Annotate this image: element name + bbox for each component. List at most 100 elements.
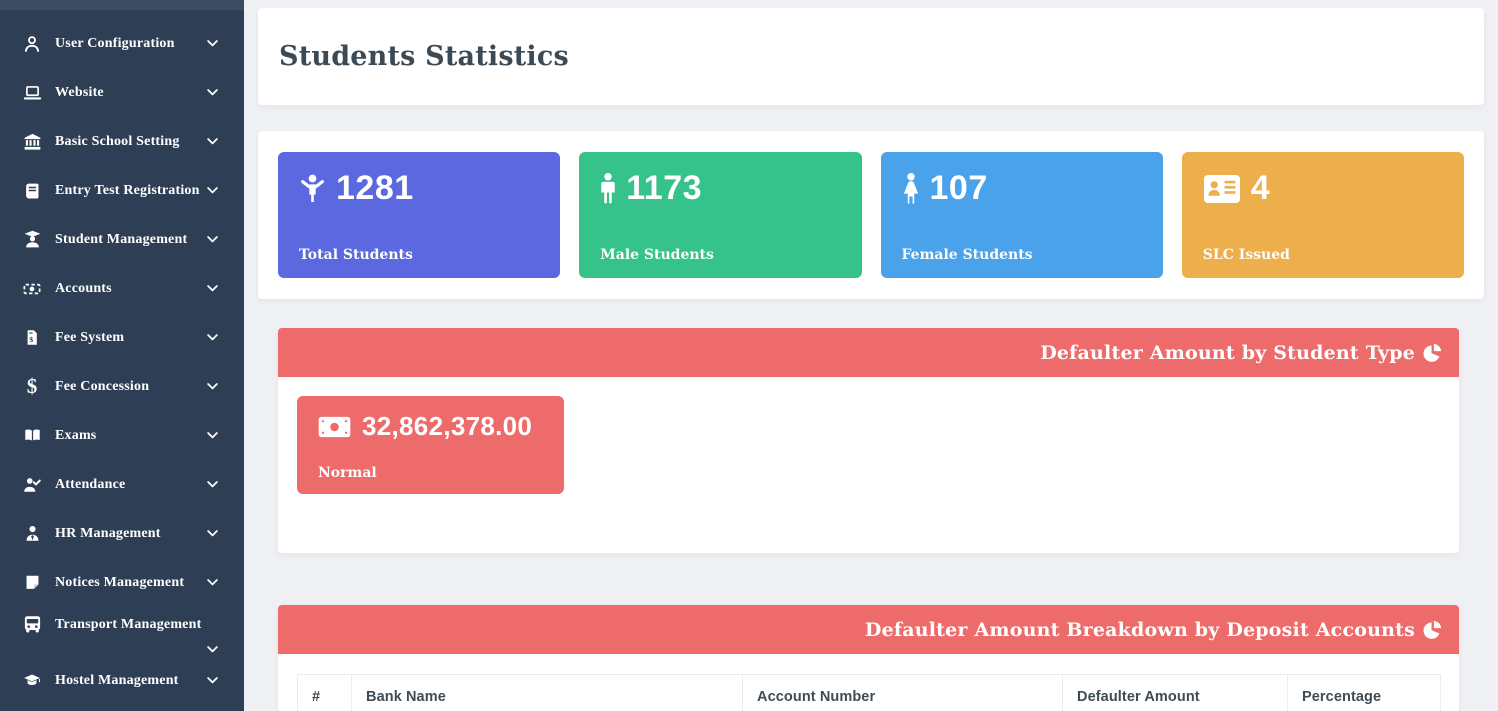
page-title: Students Statistics	[279, 41, 569, 72]
money-bill-icon	[318, 416, 351, 438]
chevron-down-icon	[207, 236, 218, 243]
chart-pie-icon	[1423, 620, 1442, 639]
chart-pie-icon	[1423, 343, 1442, 362]
sidebar-item-exams[interactable]: Exams	[0, 411, 244, 460]
sidebar-item-label: Fee Concession	[55, 379, 149, 395]
file-invoice-dollar-icon: $	[22, 328, 42, 348]
stat-label: Female Students	[902, 247, 1142, 263]
table-header-row: # Bank Name Account Number Defaulter Amo…	[298, 675, 1441, 711]
column-header-index: #	[298, 675, 352, 711]
topbar-strip	[0, 0, 244, 10]
sidebar-item-label: Accounts	[55, 281, 112, 297]
stat-card-top: 1173	[600, 169, 840, 208]
sidebar-item-accounts[interactable]: Accounts	[0, 264, 244, 313]
stat-value: 1281	[336, 169, 414, 208]
stat-card-top: 1281	[299, 169, 539, 208]
dollar-sign-icon: $	[22, 377, 42, 397]
svg-text:$: $	[29, 335, 33, 344]
defaulter-by-type-header[interactable]: Defaulter Amount by Student Type	[278, 328, 1459, 377]
defaulter-amount-value: 32,862,378.00	[362, 411, 532, 442]
sidebar-item-label: Basic School Setting	[55, 134, 180, 150]
defaulter-breakdown-section: Defaulter Amount Breakdown by Deposit Ac…	[278, 605, 1459, 711]
female-icon	[902, 173, 920, 205]
id-card-icon	[1203, 174, 1241, 204]
stat-card-female-students[interactable]: 107 Female Students	[881, 152, 1163, 278]
sidebar-item-basic-school-setting[interactable]: Basic School Setting	[0, 117, 244, 166]
sidebar-item-hostel-management[interactable]: Hostel Management	[0, 656, 244, 705]
sidebar-item-label: Notices Management	[55, 575, 184, 591]
column-header-bank-name: Bank Name	[352, 675, 743, 711]
chevron-down-icon	[207, 481, 218, 488]
sidebar: User Configuration Website Basic School …	[0, 0, 244, 711]
user-icon	[22, 34, 42, 54]
stat-card-top: 107	[902, 169, 1142, 208]
sidebar-item-fee-concession[interactable]: $ Fee Concession	[0, 362, 244, 411]
chevron-down-icon	[22, 646, 218, 653]
user-graduate-icon	[22, 230, 42, 250]
chevron-down-icon	[207, 138, 218, 145]
sidebar-item-label: Website	[55, 85, 104, 101]
sidebar-item-user-configuration[interactable]: User Configuration	[0, 19, 244, 68]
defaulter-breakdown-body: # Bank Name Account Number Defaulter Amo…	[278, 654, 1459, 711]
chevron-down-icon	[207, 530, 218, 537]
sidebar-nav: User Configuration Website Basic School …	[0, 10, 244, 705]
section-title: Defaulter Amount Breakdown by Deposit Ac…	[865, 619, 1415, 641]
child-icon	[299, 174, 326, 204]
bus-icon	[22, 615, 42, 635]
sidebar-item-transport-management[interactable]: Transport Management	[0, 607, 244, 656]
stats-panel: 1281 Total Students 1173 Male Students 1…	[258, 131, 1484, 299]
chevron-down-icon	[207, 187, 218, 194]
stat-label: Male Students	[600, 247, 840, 263]
stat-value: 1173	[626, 169, 702, 208]
defaulter-breakdown-table: # Bank Name Account Number Defaulter Amo…	[297, 674, 1441, 711]
chevron-down-icon	[207, 677, 218, 684]
column-header-percentage: Percentage	[1288, 675, 1441, 711]
university-icon	[22, 132, 42, 152]
chevron-down-icon	[207, 40, 218, 47]
user-tie-icon	[22, 524, 42, 544]
defaulter-breakdown-header[interactable]: Defaulter Amount Breakdown by Deposit Ac…	[278, 605, 1459, 654]
sidebar-item-label: Attendance	[55, 477, 125, 493]
user-check-icon	[22, 475, 42, 495]
stat-value: 4	[1251, 169, 1270, 208]
stat-label: SLC Issued	[1203, 247, 1443, 263]
chevron-down-icon	[207, 89, 218, 96]
chevron-down-icon	[207, 579, 218, 586]
book-open-icon	[22, 426, 42, 446]
defaulter-card-normal[interactable]: 32,862,378.00 Normal	[297, 396, 564, 494]
chevron-down-icon	[207, 432, 218, 439]
stat-value: 107	[930, 169, 988, 208]
column-header-defaulter-amount: Defaulter Amount	[1063, 675, 1288, 711]
sidebar-item-fee-system[interactable]: $ Fee System	[0, 313, 244, 362]
sidebar-item-student-management[interactable]: Student Management	[0, 215, 244, 264]
sidebar-item-notices-management[interactable]: Notices Management	[0, 558, 244, 607]
defaulter-by-type-body: 32,862,378.00 Normal	[278, 377, 1459, 553]
book-icon	[22, 181, 42, 201]
section-title: Defaulter Amount by Student Type	[1040, 342, 1415, 364]
stat-card-top: 4	[1203, 169, 1443, 208]
sidebar-item-hr-management[interactable]: HR Management	[0, 509, 244, 558]
graduation-cap-icon	[22, 671, 42, 691]
sidebar-item-entry-test-registration[interactable]: Entry Test Registration	[0, 166, 244, 215]
chevron-down-icon	[207, 285, 218, 292]
column-header-account-number: Account Number	[743, 675, 1063, 711]
chevron-down-icon	[207, 383, 218, 390]
chevron-down-icon	[207, 334, 218, 341]
sidebar-item-attendance[interactable]: Attendance	[0, 460, 244, 509]
sidebar-item-website[interactable]: Website	[0, 68, 244, 117]
stat-card-total-students[interactable]: 1281 Total Students	[278, 152, 560, 278]
male-icon	[600, 173, 616, 205]
sidebar-item-label: User Configuration	[55, 36, 175, 52]
stat-card-slc-issued[interactable]: 4 SLC Issued	[1182, 152, 1464, 278]
sidebar-item-label: HR Management	[55, 526, 161, 542]
laptop-icon	[22, 83, 42, 103]
sidebar-item-label: Transport Management	[55, 617, 218, 633]
sidebar-item-label: Student Management	[55, 232, 187, 248]
money-bill-icon	[22, 279, 42, 299]
defaulter-by-type-section: Defaulter Amount by Student Type 32,862,…	[278, 328, 1459, 553]
stat-card-male-students[interactable]: 1173 Male Students	[579, 152, 861, 278]
defaulter-card-top: 32,862,378.00	[318, 411, 543, 442]
sticky-note-icon	[22, 573, 42, 593]
sidebar-item-label: Fee System	[55, 330, 124, 346]
defaulter-card-label: Normal	[318, 465, 543, 481]
